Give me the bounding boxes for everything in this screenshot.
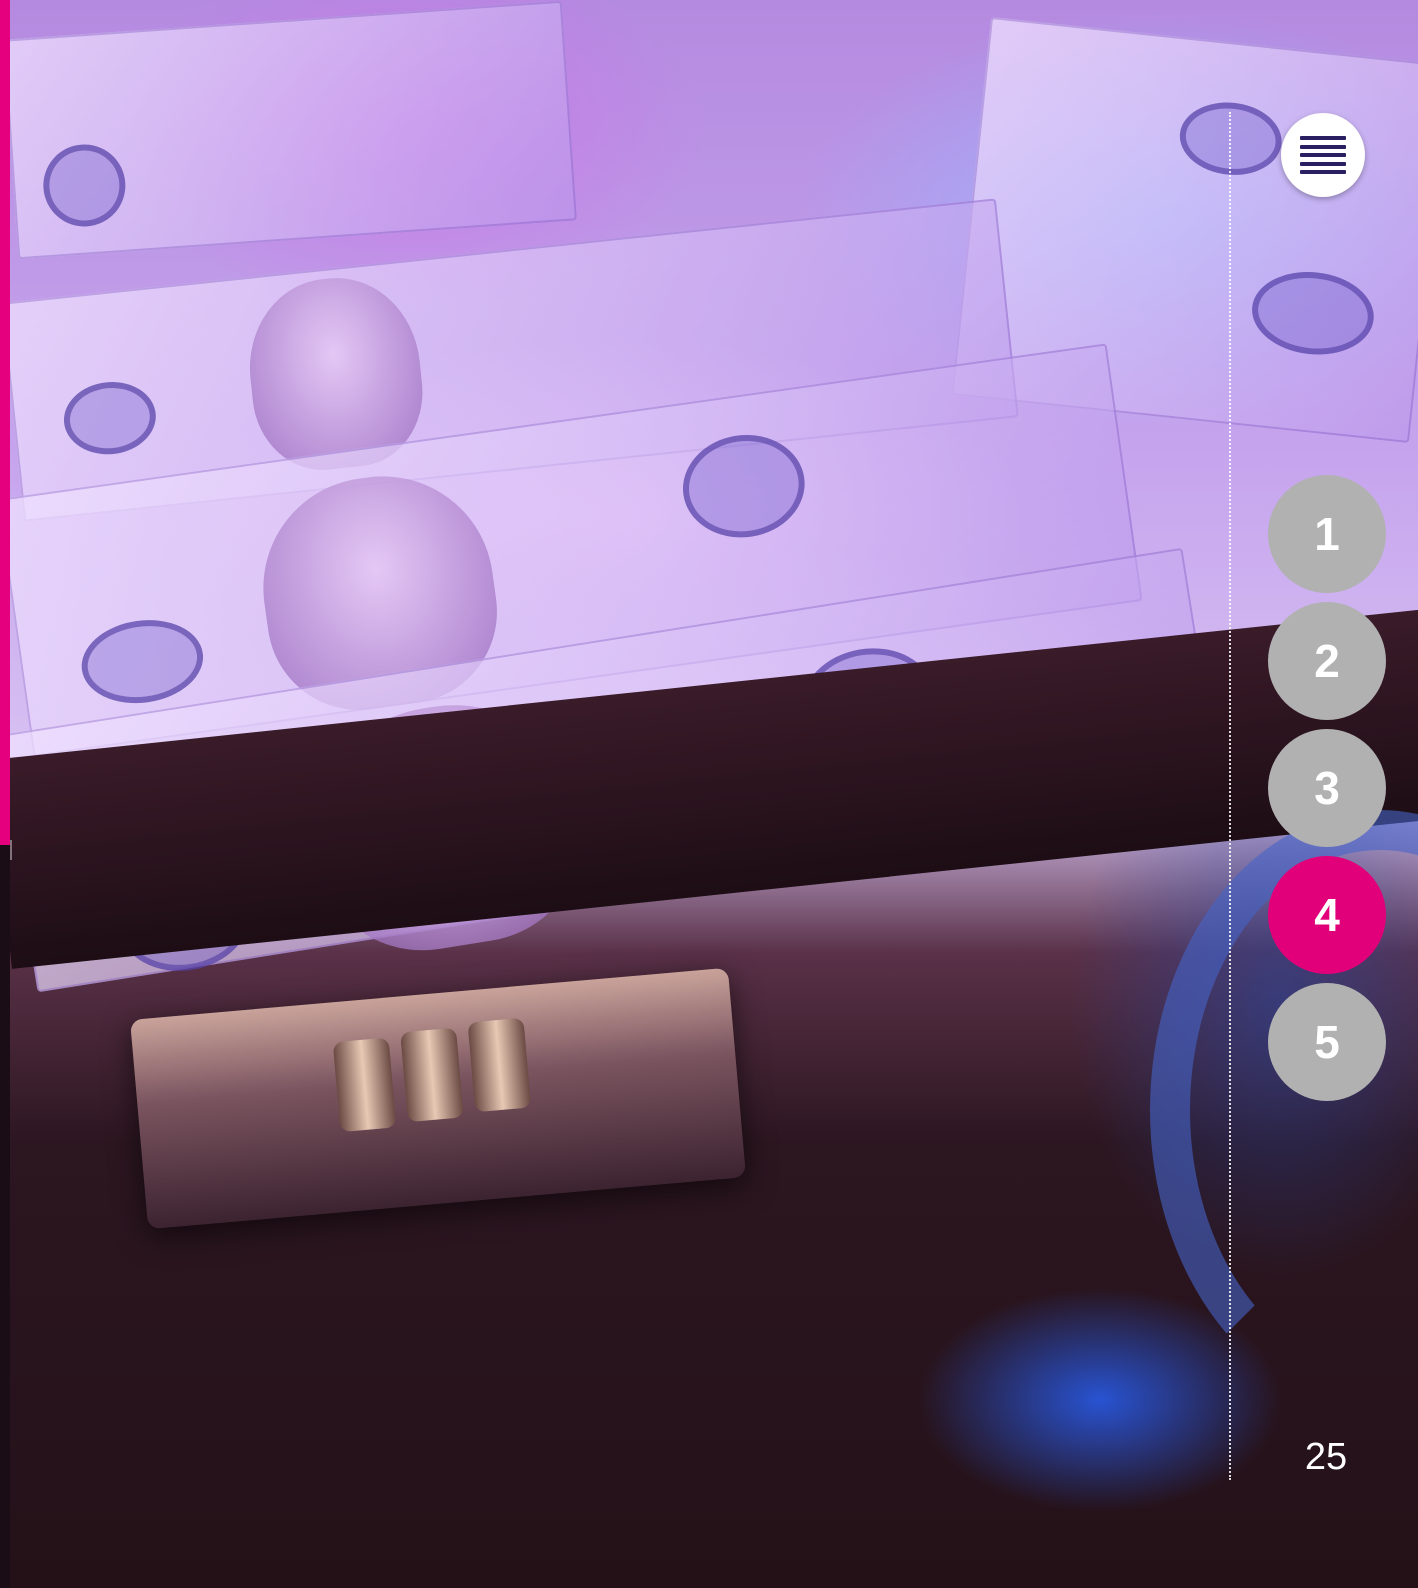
dotted-divider: [1229, 112, 1231, 1480]
chapter-button-1[interactable]: 1: [1268, 475, 1386, 593]
chapter-button-2[interactable]: 2: [1268, 602, 1386, 720]
divider: [10, 840, 12, 860]
accent-bar: [0, 0, 10, 845]
chapter-button-5[interactable]: 5: [1268, 983, 1386, 1101]
menu-button[interactable]: [1281, 113, 1365, 197]
chapter-button-3[interactable]: 3: [1268, 729, 1386, 847]
background-photo: [10, 0, 1418, 1588]
page-number: 25: [1304, 1436, 1348, 1478]
chapter-button-4[interactable]: 4: [1268, 856, 1386, 974]
hamburger-menu-icon: [1300, 136, 1346, 174]
banknote: [10, 0, 577, 260]
combination-lock: [130, 967, 747, 1230]
